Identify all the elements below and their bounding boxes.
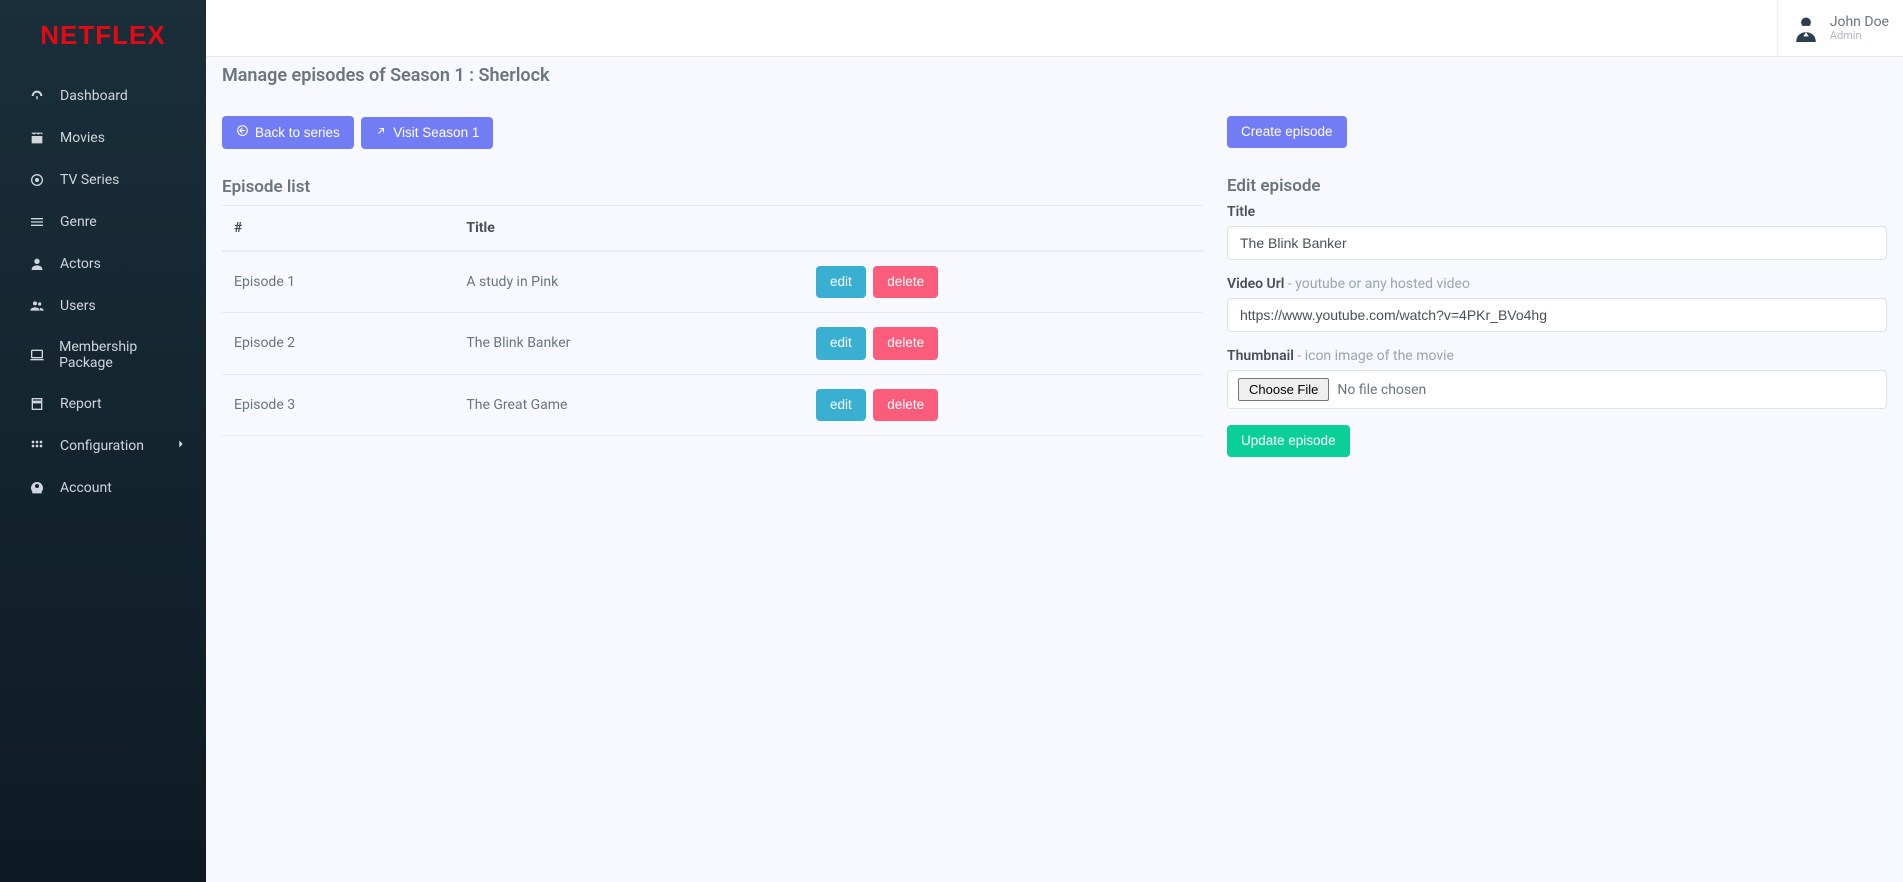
button-label: Visit Season 1	[393, 125, 479, 141]
sidebar-item-label: Account	[60, 480, 112, 496]
sidebar-item-label: Dashboard	[60, 88, 128, 104]
col-title: Title	[454, 206, 804, 252]
tv-icon	[28, 171, 46, 189]
edit-button[interactable]: edit	[816, 327, 866, 359]
user-menu[interactable]: John Doe Admin	[1777, 0, 1903, 56]
col-num: #	[222, 206, 454, 252]
sidebar-item-label: Report	[60, 396, 102, 412]
report-icon	[28, 395, 46, 413]
page-title: Manage episodes of Season 1 : Sherlock	[222, 57, 1903, 86]
sidebar-item-label: Genre	[60, 214, 97, 230]
movie-icon	[28, 129, 46, 147]
external-link-icon	[375, 125, 387, 141]
video-url-label: Video Url - youtube or any hosted video	[1227, 276, 1887, 292]
episode-title: The Blink Banker	[454, 313, 804, 374]
sidebar-item-membership[interactable]: Membership Package	[0, 327, 206, 383]
edit-button[interactable]: edit	[816, 389, 866, 421]
file-chosen-text: No file chosen	[1337, 382, 1426, 398]
video-url-input[interactable]	[1227, 298, 1887, 332]
episode-title: A study in Pink	[454, 251, 804, 313]
sidebar-item-genre[interactable]: Genre	[0, 201, 206, 243]
episode-num: Episode 1	[222, 251, 454, 313]
user-info: John Doe Admin	[1830, 14, 1889, 43]
chevron-right-icon	[174, 437, 188, 455]
app-logo[interactable]: NETFLEX	[0, 0, 206, 71]
logo-text: NETFLEX	[40, 20, 165, 50]
delete-button[interactable]: delete	[873, 389, 938, 421]
laptop-icon	[28, 346, 45, 364]
episode-num: Episode 2	[222, 313, 454, 374]
sidebar-item-tv-series[interactable]: TV Series	[0, 159, 206, 201]
grid-icon	[28, 437, 46, 455]
edit-episode-title: Edit episode	[1227, 176, 1887, 196]
user-name: John Doe	[1830, 14, 1889, 30]
sidebar-item-movies[interactable]: Movies	[0, 117, 206, 159]
edit-button[interactable]: edit	[816, 266, 866, 298]
table-row: Episode 1A study in Pink edit delete	[222, 251, 1203, 313]
title-label: Title	[1227, 204, 1887, 220]
list-icon	[28, 213, 46, 231]
person-icon	[28, 255, 46, 273]
sidebar-item-configuration[interactable]: Configuration	[0, 425, 206, 467]
delete-button[interactable]: delete	[873, 266, 938, 298]
sidebar-item-label: Actors	[60, 256, 101, 272]
sidebar-item-label: Configuration	[60, 438, 144, 454]
sidebar-item-account[interactable]: Account	[0, 467, 206, 509]
sidebar-item-label: Membership Package	[59, 339, 188, 371]
sidebar-nav: Dashboard Movies TV Series Genre Actors …	[0, 71, 206, 509]
title-input[interactable]	[1227, 226, 1887, 260]
back-to-series-button[interactable]: Back to series	[222, 116, 354, 149]
thumbnail-label: Thumbnail - icon image of the movie	[1227, 348, 1887, 364]
sidebar-item-label: Movies	[60, 130, 105, 146]
topbar: John Doe Admin	[206, 0, 1903, 57]
table-row: Episode 2The Blink Banker edit delete	[222, 313, 1203, 374]
avatar-icon	[1792, 14, 1820, 42]
episode-list-title: Episode list	[222, 177, 1203, 197]
sidebar-item-dashboard[interactable]: Dashboard	[0, 75, 206, 117]
episode-num: Episode 3	[222, 374, 454, 435]
dashboard-icon	[28, 87, 46, 105]
sidebar-item-users[interactable]: Users	[0, 285, 206, 327]
choose-file-button[interactable]: Choose File	[1238, 378, 1329, 401]
table-row: Episode 3The Great Game edit delete	[222, 374, 1203, 435]
sidebar-item-report[interactable]: Report	[0, 383, 206, 425]
user-role: Admin	[1830, 30, 1889, 43]
create-episode-button[interactable]: Create episode	[1227, 116, 1347, 148]
sidebar-item-actors[interactable]: Actors	[0, 243, 206, 285]
delete-button[interactable]: delete	[873, 327, 938, 359]
sidebar: NETFLEX Dashboard Movies TV Series Genre…	[0, 0, 206, 882]
sidebar-item-label: Users	[60, 298, 96, 314]
thumbnail-file-input[interactable]: Choose File No file chosen	[1227, 370, 1887, 409]
episodes-table: # Title Episode 1A study in Pink edit del…	[222, 205, 1203, 436]
episode-title: The Great Game	[454, 374, 804, 435]
visit-season-button[interactable]: Visit Season 1	[361, 117, 493, 149]
update-episode-button[interactable]: Update episode	[1227, 425, 1350, 457]
users-icon	[28, 297, 46, 315]
button-label: Back to series	[255, 125, 340, 141]
sidebar-item-label: TV Series	[60, 172, 119, 188]
back-icon	[236, 124, 249, 141]
account-icon	[28, 479, 46, 497]
col-actions	[804, 206, 1203, 252]
